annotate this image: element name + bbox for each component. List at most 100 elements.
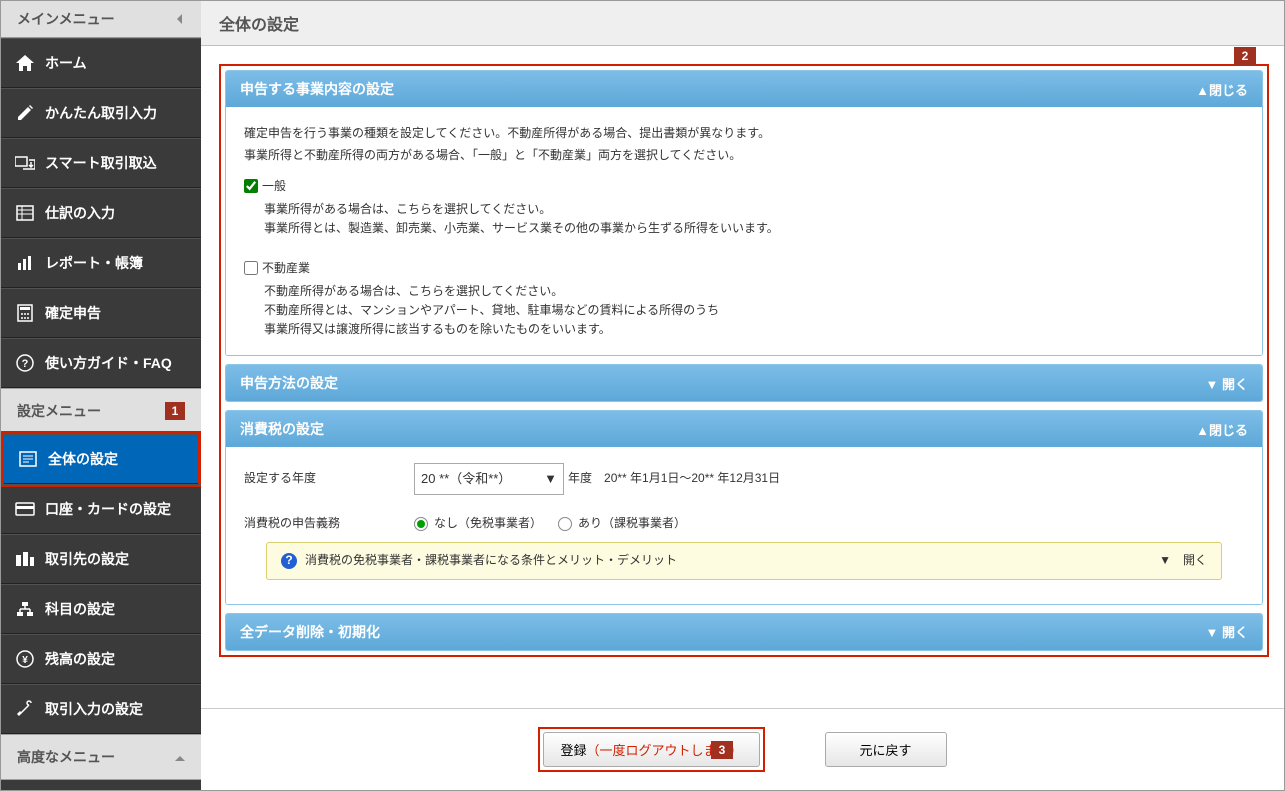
panel-open-toggle: ▼ 開く [1206, 374, 1248, 393]
pencil-icon [13, 103, 37, 123]
calculator-icon [13, 303, 37, 323]
nav-label: 使い方ガイド・FAQ [45, 353, 172, 373]
svg-text:¥: ¥ [22, 655, 28, 666]
desc-line: 不動産所得とは、マンションやアパート、貸地、駐車場などの賃料による所得のうち [264, 301, 1244, 320]
year-suffix: 年度 [568, 468, 592, 490]
nav-tax-return[interactable]: 確定申告 [1, 288, 201, 338]
consumption-tax-panel-body: 設定する年度 20 **（令和**） ▼ 年度 20** 年1月1日～20** … [226, 447, 1262, 604]
tax-duty-none-radio[interactable]: なし（免税事業者） [414, 513, 542, 535]
info-icon: ? [281, 553, 297, 569]
realestate-label: 不動産業 [262, 258, 310, 280]
revert-text: 元に戻す [860, 743, 912, 758]
nav-help-faq[interactable]: ? 使い方ガイド・FAQ [1, 338, 201, 388]
year-select-value: 20 **（令和**） [421, 467, 511, 490]
nav-smart-import[interactable]: スマート取引取込 [1, 138, 201, 188]
nav-label: かんたん取引入力 [45, 103, 157, 123]
filing-method-panel: 申告方法の設定 ▼ 開く [225, 364, 1263, 402]
nav-label: スマート取引取込 [45, 153, 157, 173]
nav-label: 確定申告 [45, 303, 101, 323]
panel-title: 申告方法の設定 [240, 373, 338, 393]
nav-label: 仕訳の入力 [45, 203, 115, 223]
main-menu-header: メインメニュー [1, 1, 201, 38]
app-root: メインメニュー ホーム かんたん取引入力 スマート取引取込 仕訳の入力 レポート… [0, 0, 1285, 791]
desc-line: 不動産所得がある場合は、こちらを選択してください。 [264, 282, 1244, 301]
settings-form-icon [16, 449, 40, 469]
radio-label: なし（免税事業者） [434, 513, 542, 535]
footer-buttons: 3 登録（一度ログアウトします） 元に戻す [201, 708, 1284, 790]
tax-duty-yes-radio[interactable]: あり（課税事業者） [558, 513, 686, 535]
consumption-tax-panel: 消費税の設定 ▲閉じる 設定する年度 20 **（令和**） ▼ 年度 20**… [225, 410, 1263, 605]
callout-1-badge: 1 [165, 402, 185, 420]
desc-line: 確定申告を行う事業の種類を設定してください。不動産所得がある場合、提出書類が異な… [244, 123, 1244, 145]
general-business-label: 一般 [262, 176, 286, 198]
nav-account-card-settings[interactable]: 口座・カードの設定 [1, 484, 201, 534]
callout-2-badge: 2 [1234, 47, 1256, 65]
main-menu-title: メインメニュー [17, 9, 115, 29]
filing-method-panel-header[interactable]: 申告方法の設定 ▼ 開く [226, 365, 1262, 401]
business-type-panel-header[interactable]: 申告する事業内容の設定 ▲閉じる [226, 71, 1262, 107]
nav-overall-settings[interactable]: 全体の設定 [4, 434, 198, 484]
yen-icon: ¥ [13, 649, 37, 669]
dropdown-icon: ▼ [544, 467, 557, 490]
button-group: 登録（一度ログアウトします） 元に戻す [538, 727, 946, 772]
nav-partner-settings[interactable]: 取引先の設定 [1, 534, 201, 584]
chart-icon [13, 253, 37, 273]
callout-3-badge: 3 [711, 741, 733, 759]
settings-menu-title: 設定メニュー [17, 401, 101, 421]
panel-close-toggle: ▲閉じる [1196, 80, 1248, 99]
main-content: 全体の設定 2 申告する事業内容の設定 ▲閉じる 確定申告を行う事業の種類を設定… [201, 1, 1284, 790]
nav-home[interactable]: ホーム [1, 38, 201, 88]
nav-journal-entry[interactable]: 仕訳の入力 [1, 188, 201, 238]
tools-icon [13, 699, 37, 719]
year-range: 20** 年1月1日～20** 年12月31日 [604, 468, 780, 490]
panel-title: 申告する事業内容の設定 [240, 79, 394, 99]
radio-icon [558, 517, 572, 531]
general-business-desc: 事業所得がある場合は、こちらを選択してください。 事業所得とは、製造業、卸売業、… [264, 200, 1244, 238]
desc-line: 事業所得とは、製造業、卸売業、小売業、サービス業その他の事業から生ずる所得をいい… [264, 219, 1244, 238]
consumption-tax-panel-header[interactable]: 消費税の設定 ▲閉じる [226, 411, 1262, 447]
nav-input-settings[interactable]: 取引入力の設定 [1, 684, 201, 734]
tax-duty-row: 消費税の申告義務 なし（免税事業者） あり（課税事業者） [244, 513, 1244, 535]
content-area: 2 申告する事業内容の設定 ▲閉じる 確定申告を行う事業の種類を設定してください… [201, 46, 1284, 708]
panel-title: 消費税の設定 [240, 419, 324, 439]
business-type-panel: 申告する事業内容の設定 ▲閉じる 確定申告を行う事業の種類を設定してください。不… [225, 70, 1263, 356]
info-toggle: ▼ 開く [1159, 550, 1207, 572]
highlight-overall-settings: 全体の設定 [1, 431, 201, 487]
page-title: 全体の設定 [201, 1, 1284, 46]
revert-button[interactable]: 元に戻す [825, 732, 947, 767]
panel-open-toggle: ▼ 開く [1206, 622, 1248, 641]
general-business-checkbox[interactable] [244, 179, 258, 193]
year-label: 設定する年度 [244, 468, 414, 490]
nav-label: 取引入力の設定 [45, 699, 143, 719]
advanced-menu-title: 高度なメニュー [17, 747, 115, 767]
import-icon [13, 153, 37, 173]
highlight-settings-panels: 申告する事業内容の設定 ▲閉じる 確定申告を行う事業の種類を設定してください。不… [219, 64, 1269, 657]
desc-line: 事業所得又は譲渡所得に該当するものを除いたものをいいます。 [264, 320, 1244, 339]
tax-info-box[interactable]: ? 消費税の免税事業者・課税事業者になる条件とメリット・デメリット ▼ 開く [266, 542, 1222, 580]
home-icon [13, 53, 37, 73]
partner-icon [13, 549, 37, 569]
realestate-checkbox[interactable] [244, 261, 258, 275]
nav-label: 残高の設定 [45, 649, 115, 669]
info-text: 消費税の免税事業者・課税事業者になる条件とメリット・デメリット [305, 550, 677, 572]
help-icon: ? [13, 353, 37, 373]
radio-icon [414, 517, 428, 531]
advanced-menu-header[interactable]: 高度なメニュー [1, 734, 201, 780]
nav-label: 全体の設定 [48, 449, 118, 469]
info-left: ? 消費税の免税事業者・課税事業者になる条件とメリット・デメリット [281, 550, 677, 572]
nav-label: 口座・カードの設定 [45, 499, 171, 519]
realestate-desc: 不動産所得がある場合は、こちらを選択してください。 不動産所得とは、マンションや… [264, 282, 1244, 340]
svg-text:?: ? [22, 358, 29, 370]
nav-label: 取引先の設定 [45, 549, 129, 569]
nav-easy-entry[interactable]: かんたん取引入力 [1, 88, 201, 138]
radio-label: あり（課税事業者） [578, 513, 686, 535]
nav-label: 科目の設定 [45, 599, 115, 619]
nav-balance-settings[interactable]: ¥ 残高の設定 [1, 634, 201, 684]
delete-data-panel-header[interactable]: 全データ削除・初期化 ▼ 開く [226, 614, 1262, 650]
collapse-sidebar-icon[interactable] [171, 10, 189, 28]
year-select[interactable]: 20 **（令和**） ▼ [414, 463, 564, 494]
card-icon [13, 499, 37, 519]
nav-subject-settings[interactable]: 科目の設定 [1, 584, 201, 634]
nav-label: ホーム [45, 53, 87, 73]
nav-reports[interactable]: レポート・帳簿 [1, 238, 201, 288]
